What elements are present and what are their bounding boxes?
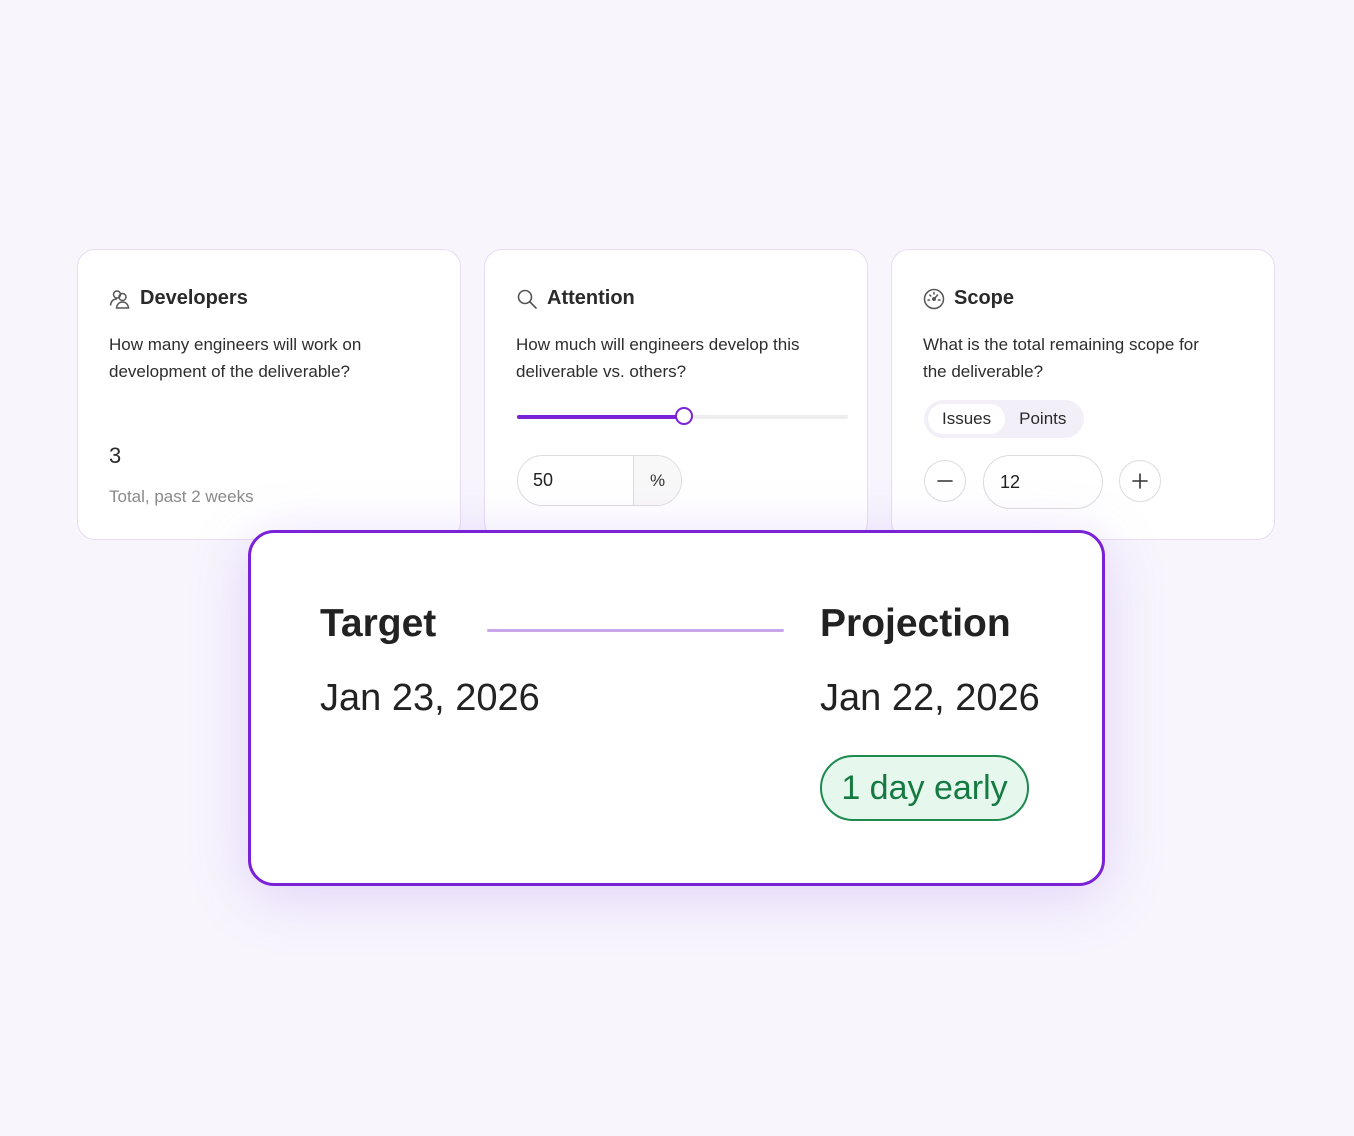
toggle-points[interactable]: Points — [1005, 404, 1080, 434]
scope-title: Scope — [954, 287, 1015, 309]
toggle-issues[interactable]: Issues — [928, 404, 1006, 434]
users-icon — [109, 288, 131, 310]
scope-value-input[interactable]: 12 — [983, 455, 1103, 509]
attention-slider[interactable] — [517, 407, 848, 425]
decrement-button[interactable] — [924, 460, 966, 502]
developers-count-note: Total, past 2 weeks — [109, 487, 254, 506]
gauge-icon — [923, 288, 945, 310]
minus-icon — [937, 480, 953, 482]
connector-line — [487, 629, 784, 632]
target-label: Target — [320, 602, 437, 645]
attention-slider-fill — [517, 415, 683, 419]
developers-title: Developers — [140, 287, 248, 309]
attention-slider-thumb[interactable] — [674, 407, 693, 425]
projection-summary-card: Target Projection Jan 23, 2026 Jan 22, 2… — [248, 530, 1105, 886]
developers-count: 3 — [109, 443, 122, 468]
increment-button[interactable] — [1119, 460, 1161, 502]
attention-percent-value[interactable]: 50 — [518, 456, 633, 505]
attention-card: Attention How much will engineers develo… — [484, 249, 868, 540]
attention-percent-unit: % — [633, 456, 681, 505]
projection-date: Jan 22, 2026 — [820, 677, 1040, 719]
developers-question: How many engineers will work on developm… — [109, 335, 362, 381]
attention-title: Attention — [547, 287, 635, 309]
scope-card: Scope What is the total remaining scope … — [891, 249, 1275, 540]
developers-header: Developers — [109, 287, 248, 310]
developers-card: Developers How many engineers will work … — [77, 249, 461, 540]
attention-question: How much will engineers develop this del… — [516, 335, 800, 381]
scope-header: Scope — [923, 287, 1014, 310]
target-date: Jan 23, 2026 — [320, 677, 540, 719]
attention-percent-input[interactable]: 50 % — [517, 455, 682, 506]
status-badge: 1 day early — [820, 755, 1029, 821]
search-icon — [516, 288, 538, 310]
scope-unit-toggle: Issues Points — [924, 400, 1085, 438]
projection-label: Projection — [820, 602, 1011, 645]
scope-question: What is the total remaining scope for th… — [923, 335, 1199, 381]
plus-icon — [1132, 473, 1148, 489]
attention-header: Attention — [516, 287, 635, 310]
